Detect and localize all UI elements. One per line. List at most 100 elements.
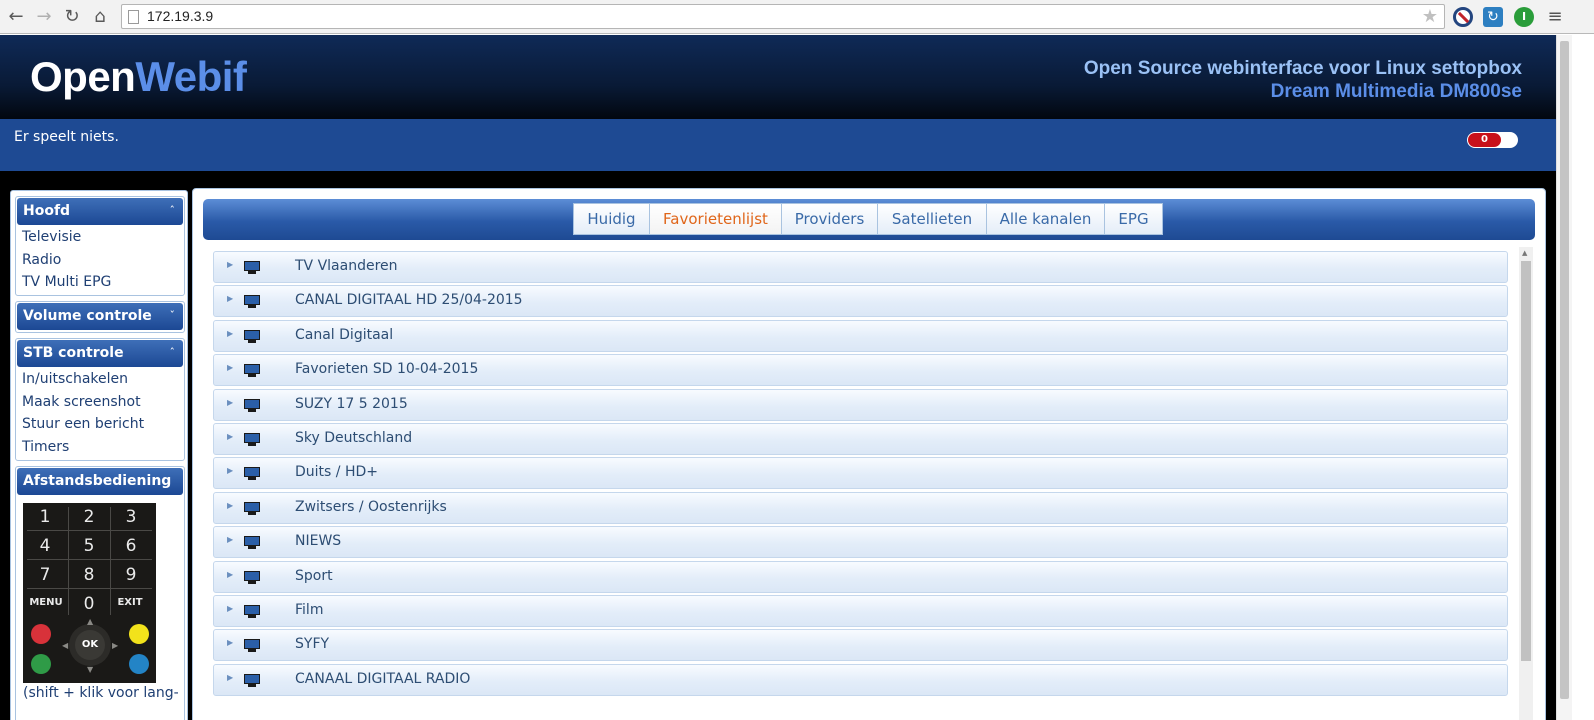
page-scrollbar[interactable] [1556,35,1572,720]
remote-header[interactable]: Afstandsbediening [17,468,183,495]
list-item-label[interactable]: Film [295,602,323,618]
sidebar-item-screenshot[interactable]: Maak screenshot [16,391,184,414]
remote-key-0[interactable]: 0 [69,590,109,618]
expand-arrow-icon[interactable]: ▶ [227,466,233,475]
list-item[interactable]: ▶ Sky Deutschland [213,423,1508,455]
sidebar-item-timers[interactable]: Timers [16,436,184,459]
list-item[interactable]: ▶ Sport [213,560,1508,593]
list-item[interactable]: ▶ SUZY 17 5 2015 [213,388,1508,421]
logo[interactable]: OpenWebif [30,53,247,101]
tab-epg[interactable]: EPG [1104,203,1163,235]
expand-arrow-icon[interactable]: ▶ [227,329,233,338]
sidebar-item-message[interactable]: Stuur een bericht [16,413,184,436]
tab-alle-kanalen[interactable]: Alle kanalen [986,203,1105,235]
expand-arrow-icon[interactable]: ▶ [227,260,233,269]
sync-extension-icon[interactable]: ↻ [1483,7,1503,27]
chevron-up-icon[interactable]: ˆ [170,198,176,224]
expand-arrow-icon[interactable]: ▶ [227,294,233,303]
tab-huidig[interactable]: Huidig [573,203,650,235]
remote-down-arrow-icon[interactable]: ▼ [87,665,93,674]
list-item[interactable]: ▶ Duits / HD+ [213,457,1508,490]
green-extension-icon[interactable]: I [1514,7,1534,27]
remote-title: Afstandsbediening [23,473,172,489]
bookmark-star-icon[interactable]: ★ [1422,6,1438,27]
sidebar-item-radio[interactable]: Radio [16,249,184,272]
scroll-up-arrow-icon[interactable]: ▲ [1522,249,1527,257]
page-scrollbar-thumb[interactable] [1560,41,1569,699]
expand-arrow-icon[interactable]: ▶ [227,398,233,407]
browser-menu-icon[interactable]: ≡ [1545,7,1565,27]
list-item-label[interactable]: Canal Digitaal [295,327,393,343]
remote-blue-button[interactable] [129,654,149,674]
remote-right-arrow-icon[interactable]: ▶ [112,641,118,650]
remote-key-1[interactable]: 1 [25,503,65,531]
list-item-label[interactable]: Sport [295,568,333,584]
remote-key-exit[interactable]: EXIT [110,589,150,617]
list-item[interactable]: ▶ Film [213,595,1508,627]
list-item[interactable]: ▶ CANAAL DIGITAAL RADIO [213,663,1508,696]
expand-arrow-icon[interactable]: ▶ [227,570,233,579]
remote-yellow-button[interactable] [129,624,149,644]
stb-header[interactable]: STB controle ˆ [17,340,183,367]
remote-key-6[interactable]: 6 [111,532,151,560]
list-item-label[interactable]: SUZY 17 5 2015 [295,396,408,412]
chevron-up-icon[interactable]: ˆ [170,340,176,366]
list-item-label[interactable]: CANAL DIGITAAL HD 25/04-2015 [295,292,523,308]
list-item-label[interactable]: Favorieten SD 10-04-2015 [295,361,478,377]
list-item[interactable]: ▶ Favorieten SD 10-04-2015 [213,354,1508,387]
hoofd-header[interactable]: Hoofd ˆ [17,198,183,225]
remote-key-3[interactable]: 3 [111,503,151,531]
list-item-label[interactable]: Sky Deutschland [295,430,412,446]
remote-key-7[interactable]: 7 [25,561,65,589]
address-bar[interactable]: 172.19.3.9 ★ [121,4,1445,29]
remote-left-arrow-icon[interactable]: ◀ [62,641,68,650]
expand-arrow-icon[interactable]: ▶ [227,673,233,682]
home-icon[interactable]: ⌂ [90,7,110,27]
remote-key-2[interactable]: 2 [69,503,109,531]
list-item-label[interactable]: Zwitsers / Oostenrijks [295,499,447,515]
mute-toggle[interactable]: 0 [1467,132,1518,148]
back-arrow-icon[interactable]: ← [6,7,26,27]
remote-key-5[interactable]: 5 [69,532,109,560]
expand-arrow-icon[interactable]: ▶ [227,501,233,510]
expand-arrow-icon[interactable]: ▶ [227,363,233,372]
remote-key-menu[interactable]: MENU [26,589,66,617]
volume-header[interactable]: Volume controle ˇ [17,303,183,330]
list-item-label[interactable]: TV Vlaanderen [295,258,398,274]
remote-dpad[interactable]: OK [69,624,111,666]
expand-arrow-icon[interactable]: ▶ [227,432,233,441]
remote-ok-button[interactable]: OK [75,630,105,660]
remote-green-button[interactable] [31,654,51,674]
remote-up-arrow-icon[interactable]: ▲ [87,617,93,626]
expand-arrow-icon[interactable]: ▶ [227,638,233,647]
expand-arrow-icon[interactable]: ▶ [227,604,233,613]
sidebar-item-tv-multi-epg[interactable]: TV Multi EPG [16,271,184,294]
reload-icon[interactable]: ↻ [62,7,82,27]
remote-key-8[interactable]: 8 [69,561,109,589]
list-item-label[interactable]: NIEWS [295,533,341,549]
list-item-label[interactable]: SYFY [295,636,329,652]
list-item-label[interactable]: CANAAL DIGITAAL RADIO [295,671,470,687]
list-item[interactable]: ▶ Zwitsers / Oostenrijks [213,491,1508,524]
list-item[interactable]: ▶ Canal Digitaal [213,319,1508,352]
list-scrollbar[interactable]: ▲ [1519,247,1533,720]
remote-red-button[interactable] [31,624,51,644]
list-item[interactable]: ▶ NIEWS [213,526,1508,559]
list-item[interactable]: ▶ TV Vlaanderen [213,251,1508,283]
chevron-down-icon[interactable]: ˇ [170,303,176,329]
tab-providers[interactable]: Providers [781,203,878,235]
list-item-label[interactable]: Duits / HD+ [295,464,378,480]
tab-favorietenlijst[interactable]: Favorietenlijst [649,203,782,235]
forward-arrow-icon[interactable]: → [34,7,54,27]
sidebar-item-power[interactable]: In/uitschakelen [16,368,184,391]
list-item[interactable]: ▶ SYFY [213,629,1508,662]
block-extension-icon[interactable] [1453,7,1473,27]
tab-satellieten[interactable]: Satellieten [877,203,987,235]
list-item[interactable]: ▶ CANAL DIGITAAL HD 25/04-2015 [213,285,1508,318]
url-text[interactable]: 172.19.3.9 [147,8,213,24]
remote-key-4[interactable]: 4 [25,532,65,560]
list-scrollbar-thumb[interactable] [1521,261,1531,661]
expand-arrow-icon[interactable]: ▶ [227,535,233,544]
sidebar-item-televisie[interactable]: Televisie [16,226,184,249]
remote-key-9[interactable]: 9 [111,561,151,589]
